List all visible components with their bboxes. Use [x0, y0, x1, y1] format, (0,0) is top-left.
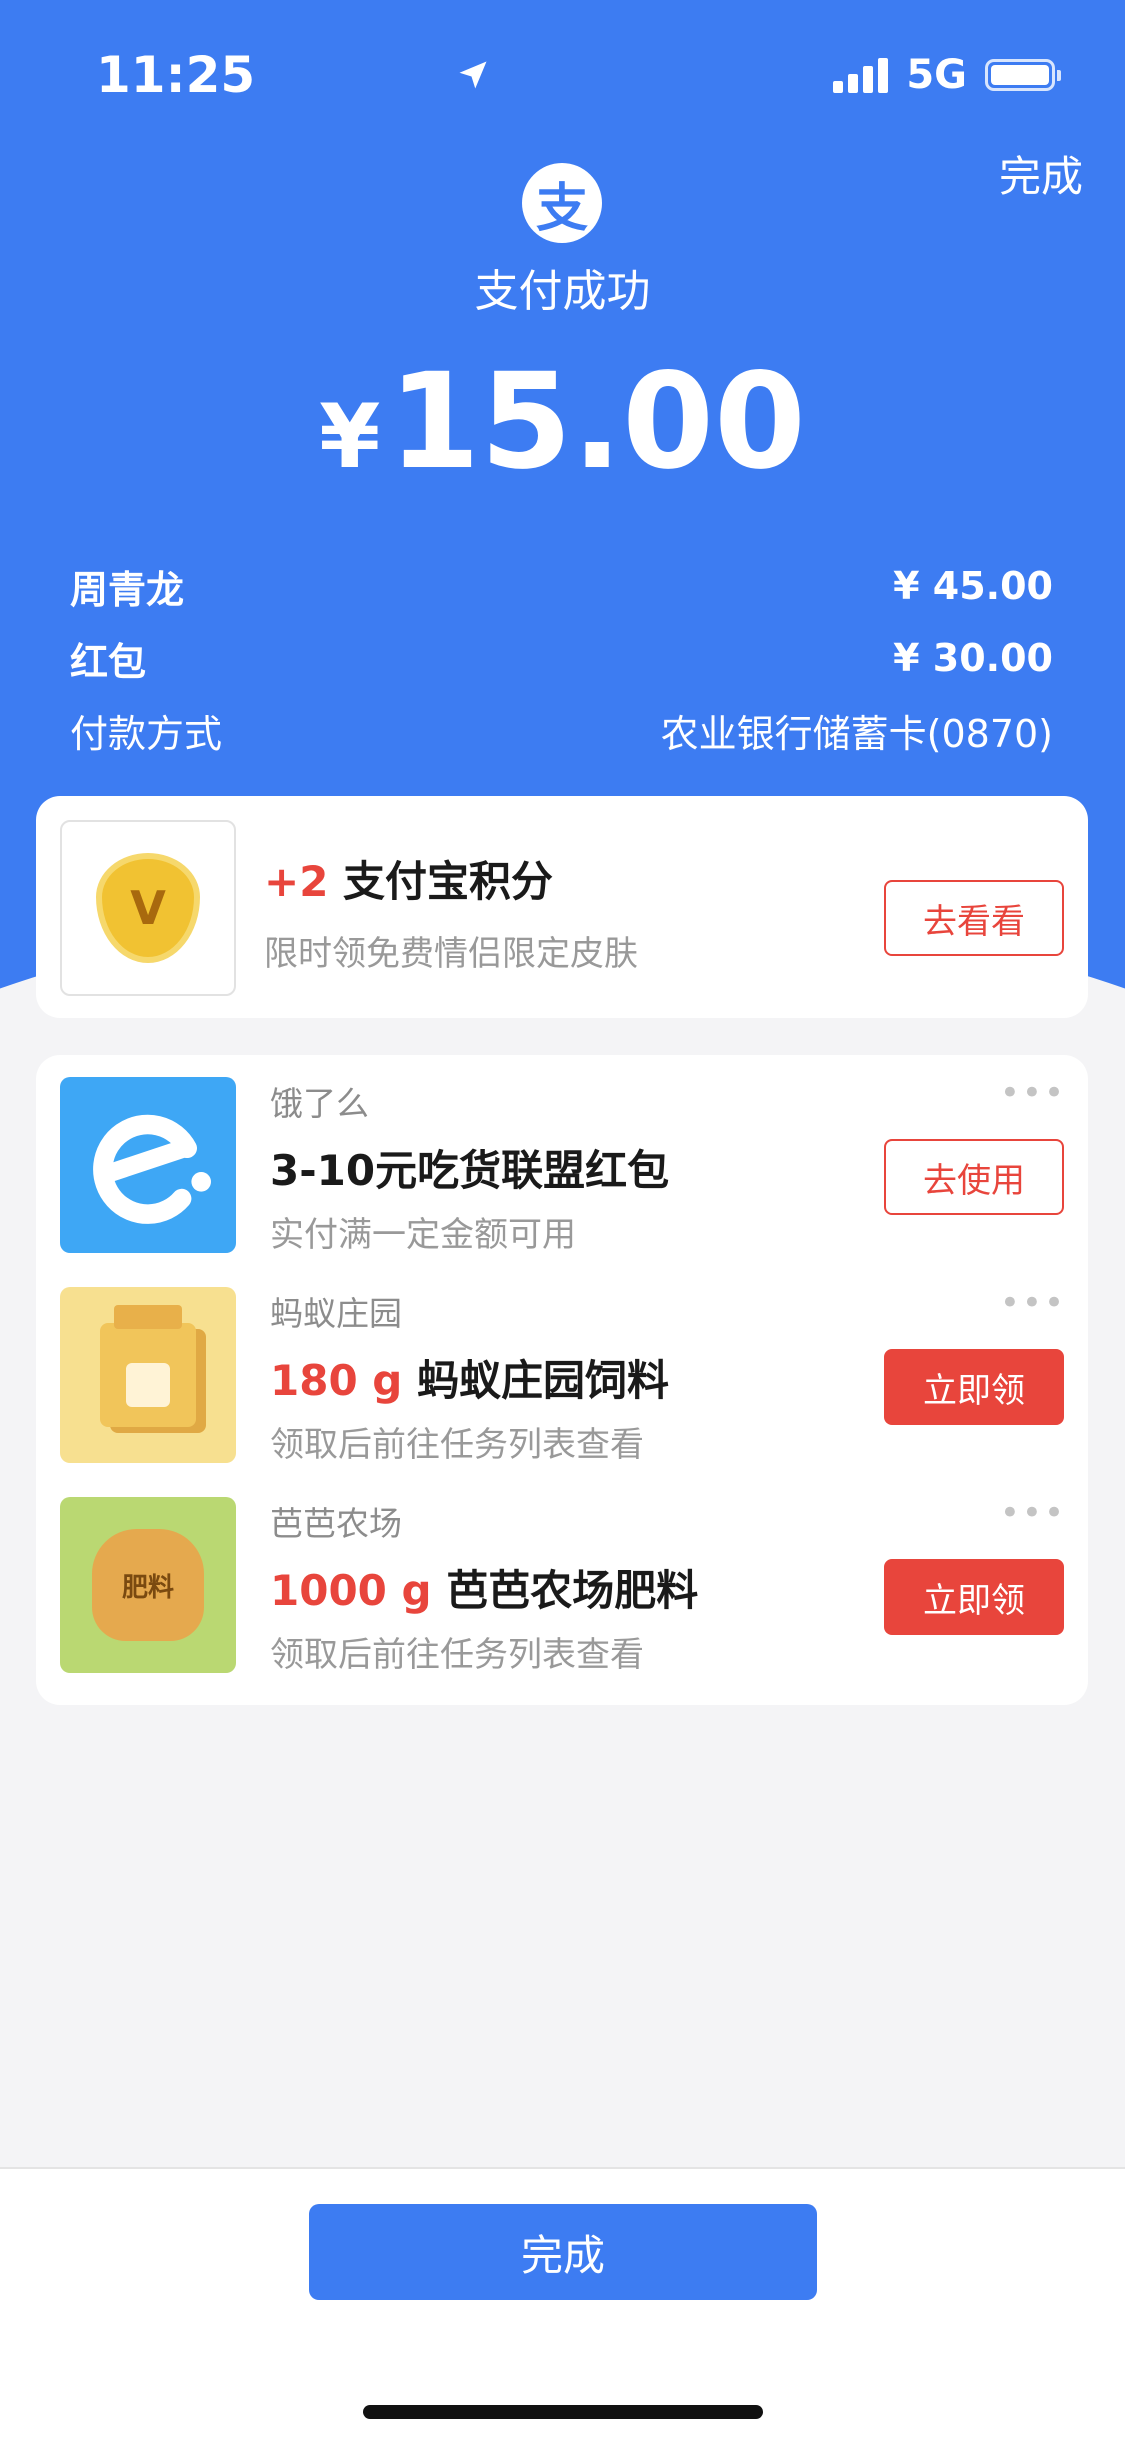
- points-subtitle: 限时领免费情侣限定皮肤: [264, 934, 638, 974]
- points-bonus: +2: [264, 857, 329, 906]
- coupon-brand: 芭芭农场: [270, 1504, 402, 1543]
- claim-button[interactable]: 立即领: [884, 1559, 1064, 1635]
- reward-name: 蚂蚁庄园饲料: [416, 1356, 669, 1405]
- more-options-icon[interactable]: •••: [1000, 1493, 1066, 1533]
- feed-thumbnail: [60, 1287, 236, 1463]
- payment-status-title: 支付成功: [474, 266, 651, 317]
- points-card: V +2 支付宝积分 限时领免费情侣限定皮肤 去看看: [36, 796, 1088, 1018]
- coupon-subtitle: 领取后前往任务列表查看: [270, 1425, 644, 1465]
- list-item-eleme: 饿了么 3-10元吃货联盟红包 实付满一定金额可用 ••• 去使用: [36, 1055, 1088, 1265]
- more-options-icon[interactable]: •••: [1000, 1283, 1066, 1323]
- coupon-title: 1000 g 芭芭农场肥料: [270, 1557, 698, 1618]
- red-packet-value: ¥ 30.00: [893, 636, 1053, 680]
- list-item-baba-farm: 肥料 芭芭农场 1000 g 芭芭农场肥料 领取后前往任务列表查看 ••• 立即…: [36, 1475, 1088, 1685]
- more-options-icon[interactable]: •••: [1000, 1073, 1066, 1113]
- points-title: +2 支付宝积分: [264, 848, 553, 909]
- coupon-brand: 饿了么: [270, 1084, 369, 1123]
- amount-value: 15.00: [388, 345, 806, 499]
- payee-label: 周青龙: [70, 567, 185, 612]
- network-label: 5G: [906, 52, 967, 98]
- coupon-subtitle: 领取后前往任务列表查看: [270, 1635, 644, 1675]
- detail-row-payee: 周青龙 ¥ 45.00: [70, 560, 1053, 612]
- coupon-title: 3-10元吃货联盟红包: [270, 1146, 670, 1195]
- payment-method-label: 付款方式: [70, 711, 223, 756]
- status-indicators: 5G: [459, 52, 1061, 98]
- payment-method-value: 农业银行储蓄卡(0870): [660, 711, 1053, 756]
- battery-icon: [985, 59, 1061, 91]
- currency-symbol: ¥: [319, 385, 381, 488]
- claim-button[interactable]: 立即领: [884, 1349, 1064, 1425]
- reward-amount: 1000 g: [270, 1566, 432, 1615]
- location-arrow-icon: [459, 61, 487, 89]
- reward-amount: 180 g: [270, 1356, 403, 1405]
- coupon-title: 180 g 蚂蚁庄园饲料: [270, 1347, 669, 1408]
- feed-bag-icon: [100, 1305, 196, 1427]
- bottom-bar: 完成: [0, 2167, 1125, 2437]
- home-indicator[interactable]: [363, 2405, 763, 2419]
- eleme-logo-icon: [93, 1114, 211, 1224]
- payment-amount: ¥15.00: [0, 345, 1125, 499]
- header-done-button[interactable]: 完成: [999, 143, 1083, 204]
- red-packet-label: 红包: [70, 639, 147, 684]
- coin-icon: V: [96, 853, 200, 963]
- coupon-brand: 蚂蚁庄园: [270, 1294, 402, 1333]
- coupon-subtitle: 实付满一定金额可用: [270, 1215, 576, 1255]
- reward-name: 芭芭农场肥料: [446, 1566, 699, 1615]
- eleme-thumbnail: [60, 1077, 236, 1253]
- points-title-text: 支付宝积分: [343, 857, 554, 906]
- alipay-logo-icon: 支: [522, 163, 602, 243]
- fertilizer-sack-icon: 肥料: [92, 1529, 204, 1641]
- use-coupon-button[interactable]: 去使用: [884, 1139, 1064, 1215]
- fertilizer-thumbnail: 肥料: [60, 1497, 236, 1673]
- view-points-button[interactable]: 去看看: [884, 880, 1064, 956]
- signal-icon: [833, 57, 889, 93]
- done-button[interactable]: 完成: [309, 2204, 817, 2300]
- payee-value: ¥ 45.00: [893, 564, 1053, 608]
- list-item-ant-forest-feed: 蚂蚁庄园 180 g 蚂蚁庄园饲料 领取后前往任务列表查看 ••• 立即领: [36, 1265, 1088, 1475]
- detail-row-red-packet: 红包 ¥ 30.00: [70, 632, 1053, 684]
- coupon-card: 饿了么 3-10元吃货联盟红包 实付满一定金额可用 ••• 去使用 蚂蚁庄园 1…: [36, 1055, 1088, 1705]
- status-time: 11:25: [96, 46, 256, 104]
- detail-row-payment-method: 付款方式 农业银行储蓄卡(0870): [70, 704, 1053, 756]
- points-thumbnail: V: [60, 820, 236, 996]
